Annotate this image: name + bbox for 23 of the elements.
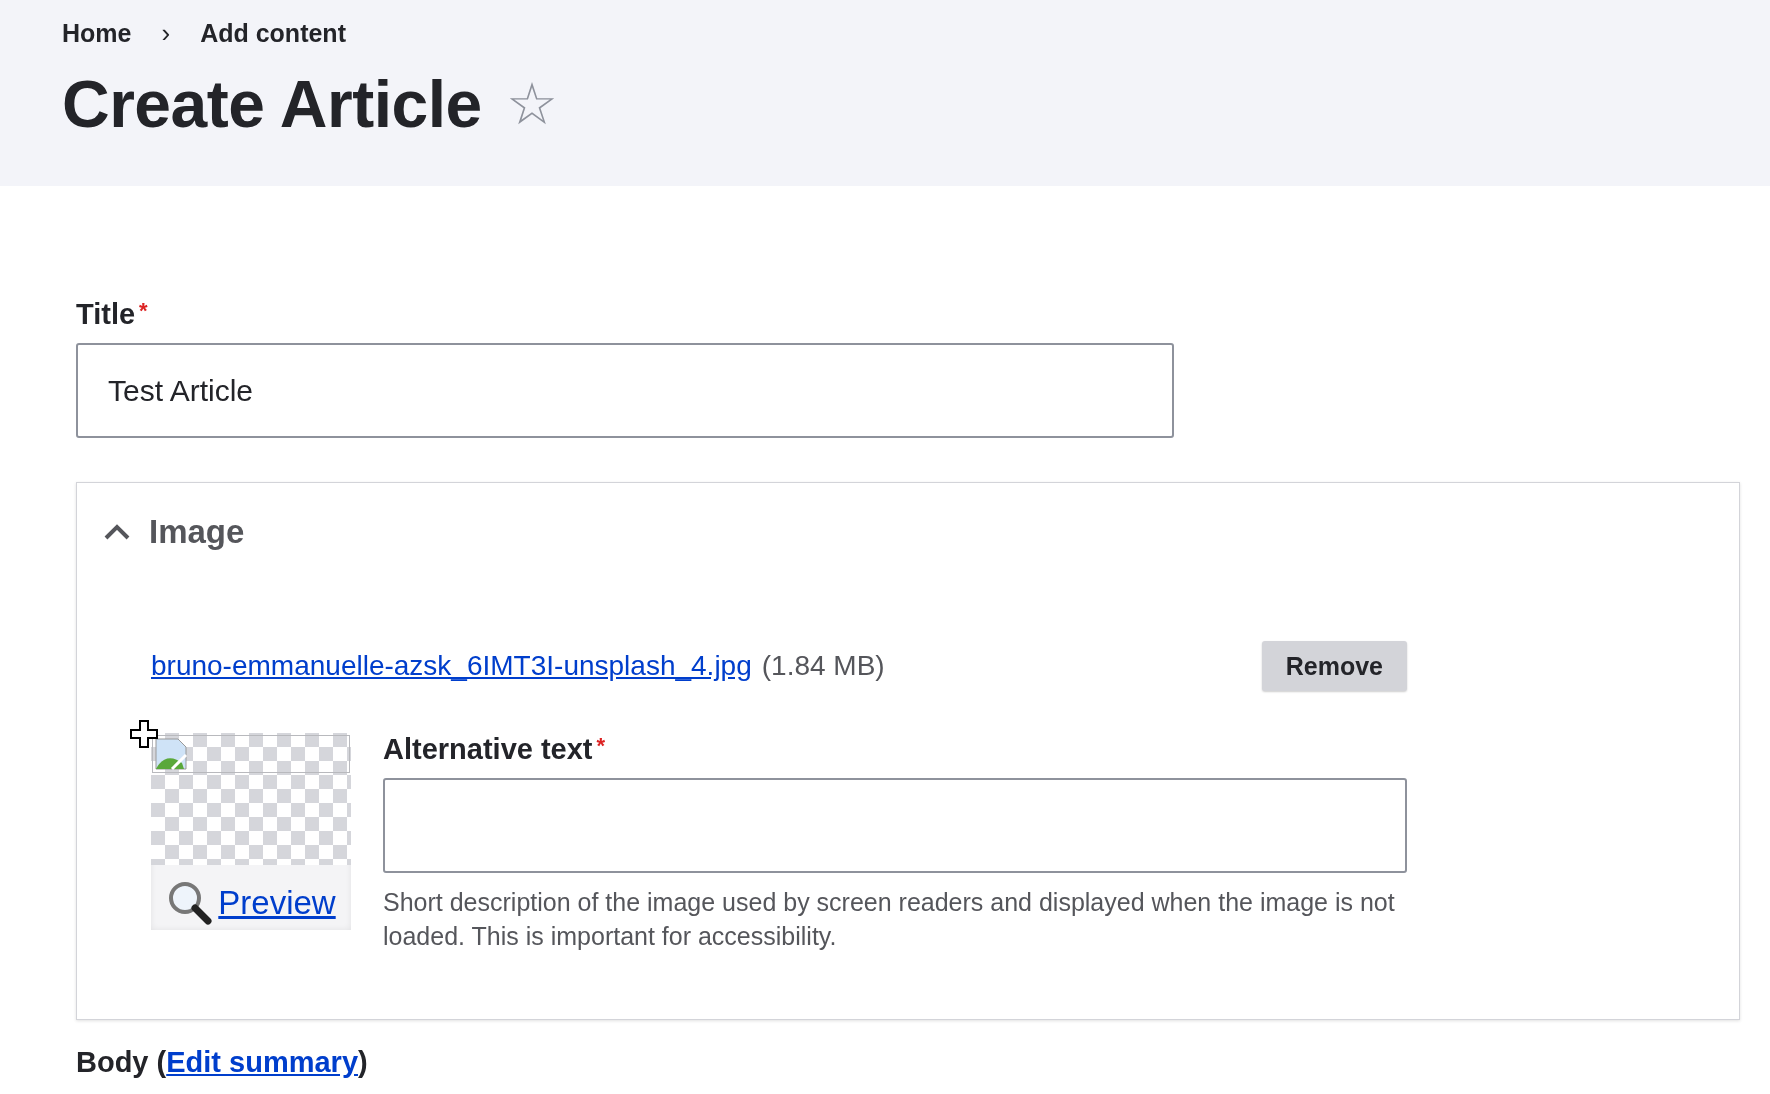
magnifier-icon [166, 879, 215, 927]
image-section-toggle[interactable]: Image [77, 483, 271, 581]
field-label: ) [358, 1046, 368, 1079]
page-title: Create Article [62, 66, 482, 142]
title-input-field[interactable]: Test Article [76, 343, 1174, 438]
edit-summary-link[interactable]: Edit summary [166, 1046, 358, 1079]
required-mark: * [139, 298, 148, 324]
field-label: Title [76, 298, 136, 331]
breadcrumb-link[interactable]: Add content [200, 18, 346, 48]
file-size: (1.84 MB) [761, 650, 885, 682]
chevron-icon [103, 523, 131, 541]
remove-button[interactable]: Remove [1261, 641, 1407, 691]
required-mark: * [596, 733, 606, 759]
field-label: Body ( [76, 1046, 167, 1079]
breadcrumb-link[interactable]: Home [62, 18, 132, 48]
breadcrumb-separator: › [161, 17, 171, 49]
alt-text-input-field[interactable] [383, 778, 1407, 873]
file-link[interactable]: bruno-emmanuelle-azsk_6IMT3I-unsplash_4.jpg [151, 650, 752, 682]
broken-image-icon [154, 737, 188, 771]
field-label: Alternative text [383, 733, 593, 766]
field-description: Short description of the image used by screen readers and displayed when the image is not loaded. This is important for accessibility. [383, 887, 1396, 952]
preview-link[interactable]: Preview [166, 879, 336, 927]
move-cursor-icon [129, 719, 159, 749]
